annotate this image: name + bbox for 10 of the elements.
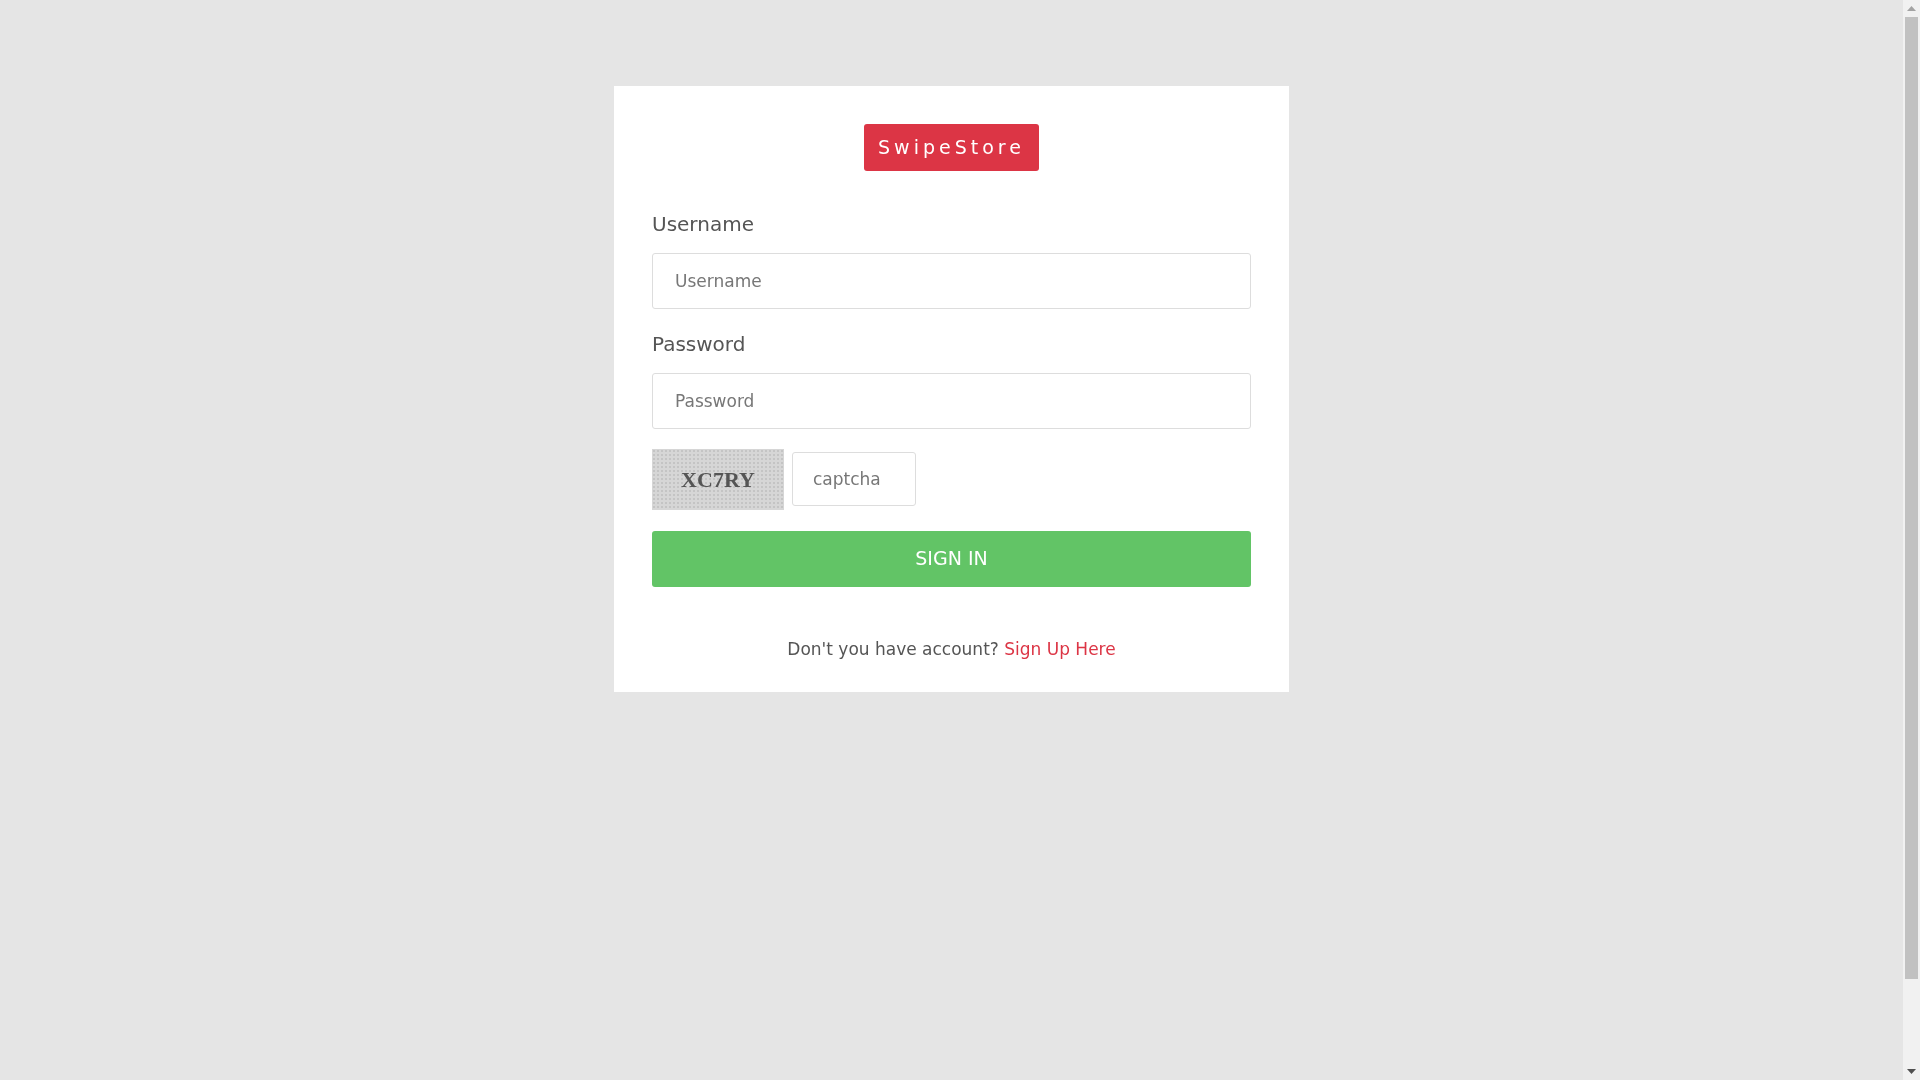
captcha-field[interactable]: captcha	[792, 452, 916, 506]
field-label: Password	[652, 330, 747, 358]
field-label: Username	[652, 210, 755, 238]
brand-logo: SwipeStore	[864, 124, 1039, 171]
captcha-image: XC7RY	[652, 448, 784, 510]
password-field[interactable]: Password	[652, 372, 1251, 429]
username-field[interactable]: Username	[652, 252, 1251, 309]
signup-prompt: Don't you have account? Sign Up Here	[787, 638, 1116, 659]
sign-up-link[interactable]: Sign Up Here	[1004, 638, 1116, 659]
scrollbar[interactable]	[1903, 0, 1920, 1080]
